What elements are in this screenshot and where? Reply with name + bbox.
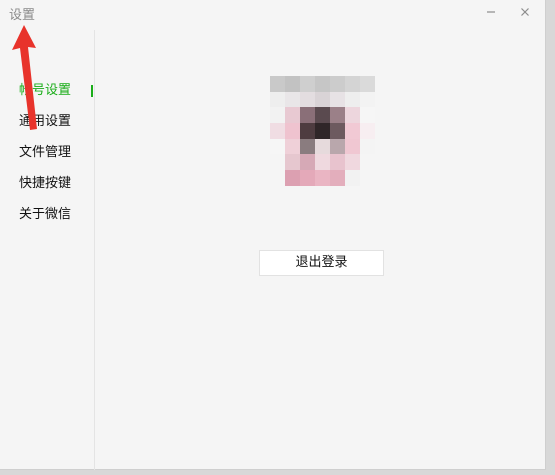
window-controls: [483, 4, 533, 20]
settings-window: 设置 帐号设置 通用设置 文件管理 快捷按键 关于微信 退出登录: [0, 0, 546, 470]
window-title: 设置: [9, 8, 36, 23]
sidebar-item-label: 帐号设置: [19, 83, 72, 98]
sidebar-item-about[interactable]: 关于微信: [19, 205, 95, 225]
sidebar-item-label: 通用设置: [19, 114, 72, 129]
sidebar-item-files[interactable]: 文件管理: [19, 143, 95, 163]
active-indicator: [91, 85, 93, 97]
close-button[interactable]: [517, 4, 533, 20]
sidebar-item-general[interactable]: 通用设置: [19, 112, 95, 132]
settings-sidebar: 帐号设置 通用设置 文件管理 快捷按键 关于微信: [0, 30, 95, 470]
sidebar-item-shortcuts[interactable]: 快捷按键: [19, 174, 95, 194]
close-icon: [520, 7, 530, 17]
sidebar-item-label: 关于微信: [19, 207, 72, 222]
logout-button[interactable]: 退出登录: [259, 250, 384, 276]
sidebar-item-account[interactable]: 帐号设置: [19, 81, 95, 101]
sidebar-item-label: 快捷按键: [19, 176, 72, 191]
minimize-icon: [486, 7, 496, 17]
avatar: [270, 76, 375, 186]
sidebar-item-label: 文件管理: [19, 145, 72, 160]
minimize-button[interactable]: [483, 4, 499, 20]
